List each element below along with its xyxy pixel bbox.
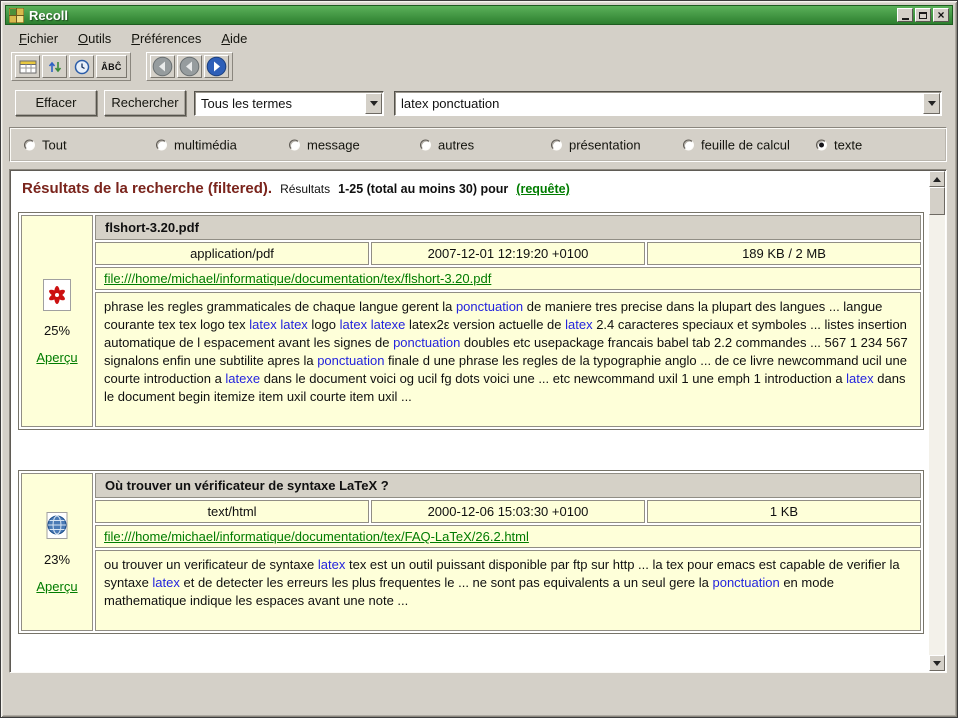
result-abstract: phrase les regles grammaticales de chaqu… [95, 292, 921, 427]
result-url-link[interactable]: file:///home/michael/informatique/docume… [104, 529, 529, 544]
close-icon: × [937, 9, 944, 21]
radio-message[interactable]: message [289, 137, 360, 152]
result-filename: flshort-3.20.pdf [95, 215, 921, 240]
query-details-link[interactable]: (requête) [516, 182, 569, 196]
result-mime: text/html [95, 500, 369, 523]
radio-presentation[interactable]: présentation [551, 137, 641, 152]
term-explorer-button[interactable]: ÂBĈ [96, 55, 127, 78]
first-page-icon [152, 56, 173, 77]
result-abstract: ou trouver un verificateur de syntaxe la… [95, 550, 921, 631]
result-side-panel: 25% Aperçu [21, 215, 93, 427]
recoll-window: Recoll × Fichier Outils Préférences Aide [0, 0, 958, 718]
category-filter-panel: Tout multimédia message autres présentat… [9, 127, 947, 162]
results-count-prefix: Résultats [280, 182, 330, 196]
html-file-icon [24, 511, 90, 541]
minimize-button[interactable] [897, 8, 913, 22]
radio-tout[interactable]: Tout [24, 137, 67, 152]
query-dropdown-button[interactable] [923, 93, 940, 114]
result-size: 1 KB [647, 500, 921, 523]
result-item: 23% Aperçu Où trouver un vérificateur de… [18, 470, 924, 634]
radio-autres[interactable]: autres [420, 137, 474, 152]
radio-texte[interactable]: texte [816, 137, 862, 152]
radio-icon[interactable] [683, 139, 694, 150]
search-mode-value: Tous les termes [201, 92, 363, 115]
menu-outils[interactable]: Outils [68, 29, 121, 48]
menu-preferences[interactable]: Préférences [121, 29, 211, 48]
chevron-down-icon [928, 101, 936, 106]
scroll-down-icon [933, 661, 941, 666]
radio-icon[interactable] [420, 139, 431, 150]
clear-button[interactable]: Effacer [15, 90, 97, 116]
result-filename: Où trouver un vérificateur de syntaxe La… [95, 473, 921, 498]
sort-by-date-button[interactable] [42, 55, 67, 78]
relevance-percent: 25% [24, 323, 90, 338]
menubar: Fichier Outils Préférences Aide [5, 28, 953, 49]
result-url-link[interactable]: file:///home/michael/informatique/docume… [104, 271, 491, 286]
radio-icon[interactable] [24, 139, 35, 150]
toolbar-group-main: ÂBĈ [11, 52, 131, 81]
menu-fichier[interactable]: Fichier [9, 29, 68, 48]
minimize-icon [902, 18, 909, 20]
radio-feuille-de-calcul[interactable]: feuille de calcul [683, 137, 790, 152]
results-scrollbar[interactable] [929, 171, 945, 671]
results-title: Résultats de la recherche (filtered). [22, 180, 272, 197]
sort-arrows-icon [47, 59, 63, 75]
titlebar: Recoll × [5, 5, 953, 25]
scrollbar-thumb[interactable] [929, 187, 945, 215]
results-header: Résultats de la recherche (filtered). Ré… [22, 180, 928, 197]
chevron-down-icon [370, 101, 378, 106]
window-title: Recoll [29, 8, 68, 23]
radio-icon[interactable] [289, 139, 300, 150]
query-input[interactable] [399, 94, 919, 113]
results-list: Résultats de la recherche (filtered). Ré… [12, 172, 928, 670]
radio-icon[interactable] [156, 139, 167, 150]
scroll-up-icon [933, 177, 941, 182]
previous-page-button[interactable] [177, 55, 202, 78]
clock-icon [74, 59, 90, 75]
pdf-file-icon [24, 278, 90, 312]
doc-history-button[interactable] [15, 55, 40, 78]
search-mode-combobox[interactable]: Tous les termes [194, 91, 384, 116]
radio-icon[interactable] [551, 139, 562, 150]
preview-link[interactable]: Aperçu [36, 350, 77, 365]
radio-multimedia[interactable]: multimédia [156, 137, 237, 152]
term-explorer-icon: ÂBĈ [101, 62, 121, 72]
doc-table-icon [19, 59, 37, 75]
result-item: 25% Aperçu flshort-3.20.pdf application/… [18, 212, 924, 430]
scroll-down-button[interactable] [929, 655, 945, 671]
result-date: 2007-12-01 12:19:20 +0100 [371, 242, 645, 265]
radio-icon[interactable] [816, 139, 827, 150]
preview-link[interactable]: Aperçu [36, 579, 77, 594]
next-page-icon [206, 56, 227, 77]
menu-aide[interactable]: Aide [211, 29, 257, 48]
result-date: 2000-12-06 15:03:30 +0100 [371, 500, 645, 523]
first-page-button[interactable] [150, 55, 175, 78]
result-side-panel: 23% Aperçu [21, 473, 93, 631]
history-button[interactable] [69, 55, 94, 78]
toolbar-group-nav [146, 52, 233, 81]
search-mode-dropdown-button[interactable] [365, 93, 382, 114]
result-mime: application/pdf [95, 242, 369, 265]
toolbar: ÂBĈ [5, 50, 953, 82]
next-page-button[interactable] [204, 55, 229, 78]
search-button[interactable]: Rechercher [104, 90, 186, 116]
scroll-up-button[interactable] [929, 171, 945, 187]
results-count-range: 1-25 (total au moins 30) pour [338, 182, 508, 196]
app-icon [9, 8, 24, 23]
maximize-button[interactable] [915, 8, 931, 22]
previous-page-icon [179, 56, 200, 77]
result-size: 189 KB / 2 MB [647, 242, 921, 265]
query-combobox[interactable] [394, 91, 942, 116]
relevance-percent: 23% [24, 552, 90, 567]
close-button[interactable]: × [933, 8, 949, 22]
maximize-icon [919, 12, 927, 19]
results-pane: Résultats de la recherche (filtered). Ré… [9, 169, 947, 673]
